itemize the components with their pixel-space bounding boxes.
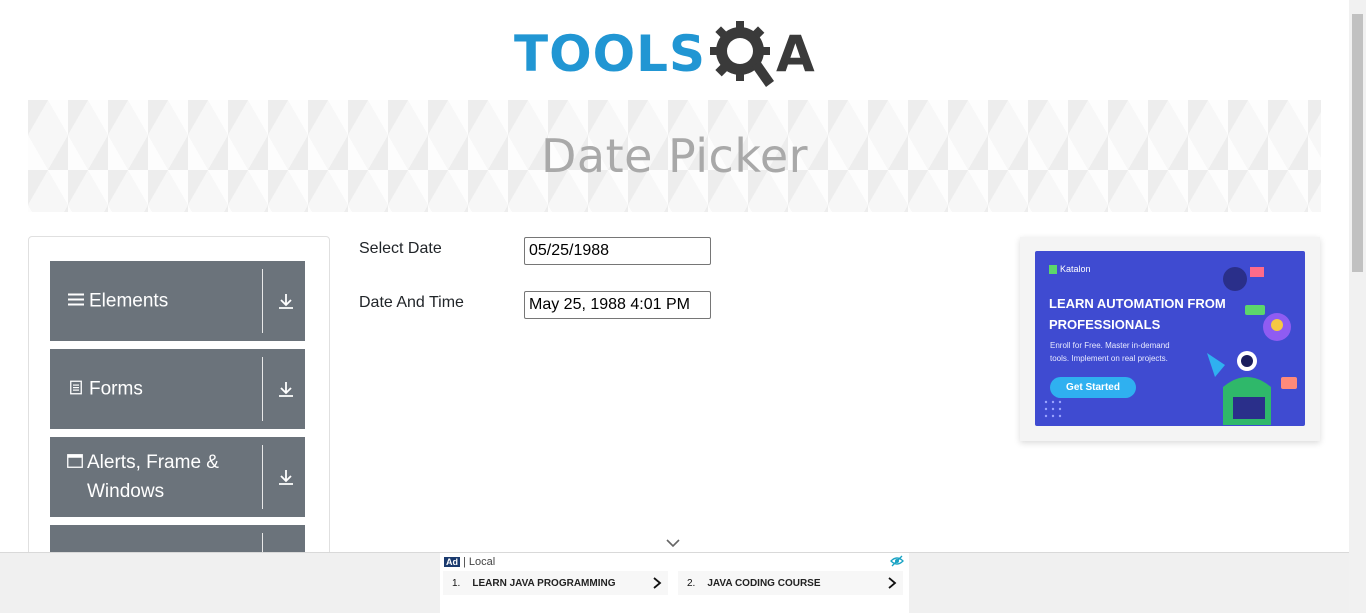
download-arrow-icon[interactable] (276, 379, 296, 399)
ad-subtext: Enroll for Free. Master in-demand tools.… (1050, 341, 1170, 363)
sidebar-group-alerts[interactable]: Alerts, Frame & Windows (50, 437, 305, 517)
ad-badge: Ad (444, 557, 460, 567)
sidebar-group-label: Forms (89, 378, 143, 400)
sidebar: Elements Forms Alerts, Frame & Windows (28, 236, 330, 568)
ad-label: Ad | Local (444, 556, 495, 568)
chevron-right-icon (653, 577, 662, 589)
toolsqa-logo[interactable]: TOOLS A (514, 16, 815, 92)
get-started-button[interactable]: Get Started (1050, 377, 1136, 398)
ad-brand: Katalon (1049, 264, 1091, 274)
logo-qa: A (708, 17, 815, 91)
bottom-ad-bar: Ad | Local 1. LEARN JAVA PROGRAMMING 2. … (0, 552, 1366, 613)
katalon-ad[interactable]: Katalon LEARN AUTOMATION FROM PROFESSION… (1035, 251, 1305, 426)
sidebar-group-label: Elements (89, 290, 169, 312)
logo-tools-text: TOOLS (514, 25, 706, 83)
ad-link-java-coding[interactable]: 2. JAVA CODING COURSE (678, 571, 903, 595)
ad-illustration (1207, 267, 1297, 425)
page-banner: Date Picker (28, 100, 1321, 212)
dot-grid-icon (1044, 400, 1062, 418)
date-time-label: Date And Time (359, 294, 464, 311)
sidebar-group-elements[interactable]: Elements (50, 261, 305, 341)
select-date-label: Select Date (359, 240, 442, 257)
divider (262, 357, 263, 421)
scrollbar-thumb[interactable] (1352, 14, 1363, 272)
chevron-down-icon[interactable] (665, 538, 681, 548)
privacy-eye-icon[interactable] (890, 554, 904, 568)
logo-a-text: A (776, 25, 815, 83)
gear-magnifier-icon (710, 21, 774, 87)
divider (262, 269, 263, 333)
window-icon (67, 454, 83, 468)
menu-icon (67, 293, 85, 307)
side-ad[interactable]: Katalon LEARN AUTOMATION FROM PROFESSION… (1020, 237, 1320, 441)
katalon-logo-icon (1049, 264, 1057, 274)
chevron-right-icon (888, 577, 897, 589)
sidebar-group-forms[interactable]: Forms (50, 349, 305, 429)
document-icon (67, 380, 85, 395)
bottom-ad[interactable]: Ad | Local 1. LEARN JAVA PROGRAMMING 2. … (440, 553, 909, 613)
download-arrow-icon[interactable] (276, 467, 296, 487)
divider (262, 445, 263, 509)
scrollbar[interactable] (1349, 0, 1366, 612)
ad-link-java-programming[interactable]: 1. LEARN JAVA PROGRAMMING (443, 571, 668, 595)
select-date-input[interactable] (524, 237, 711, 265)
date-time-input[interactable] (524, 291, 711, 319)
sidebar-group-label: Alerts, Frame & Windows (87, 452, 219, 502)
download-arrow-icon[interactable] (276, 291, 296, 311)
page-title: Date Picker (540, 129, 809, 183)
ad-tag-text: | Local (463, 556, 496, 568)
